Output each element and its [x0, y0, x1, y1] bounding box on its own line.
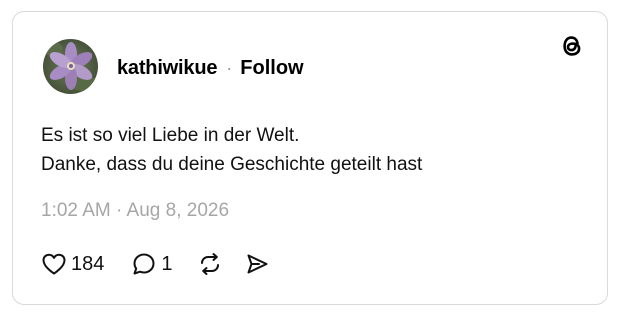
- avatar[interactable]: [43, 39, 98, 94]
- heart-icon: [42, 253, 66, 275]
- post-text-line-1: Es ist so viel Liebe in der Welt.: [41, 125, 300, 146]
- repost-button[interactable]: [197, 251, 223, 277]
- share-button[interactable]: [244, 251, 270, 277]
- repost-icon: [200, 253, 219, 275]
- like-count: 184: [71, 252, 105, 275]
- avatar-image: [43, 39, 98, 94]
- speech-bubble-icon: [133, 253, 155, 275]
- username[interactable]: kathiwikue: [117, 57, 217, 80]
- reply-button[interactable]: 1: [131, 251, 173, 277]
- like-button[interactable]: 184: [41, 252, 104, 276]
- reply-count: 1: [161, 252, 173, 275]
- threads-logo-icon[interactable]: [558, 32, 586, 60]
- separator-dot: ·: [226, 57, 233, 78]
- send-icon: [247, 254, 267, 274]
- post-text: Es ist so viel Liebe in der Welt. Danke,…: [41, 121, 422, 179]
- threads-post-card: kathiwikue · Follow Es ist so viel Liebe…: [12, 11, 608, 305]
- action-bar: 184 1: [41, 250, 270, 278]
- follow-button[interactable]: Follow: [240, 57, 303, 80]
- post-timestamp[interactable]: 1:02 AM · Aug 8, 2026: [41, 200, 229, 222]
- post-text-line-2: Danke, dass du deine Geschichte geteilt …: [41, 154, 423, 175]
- post-header: kathiwikue · Follow: [117, 56, 304, 80]
